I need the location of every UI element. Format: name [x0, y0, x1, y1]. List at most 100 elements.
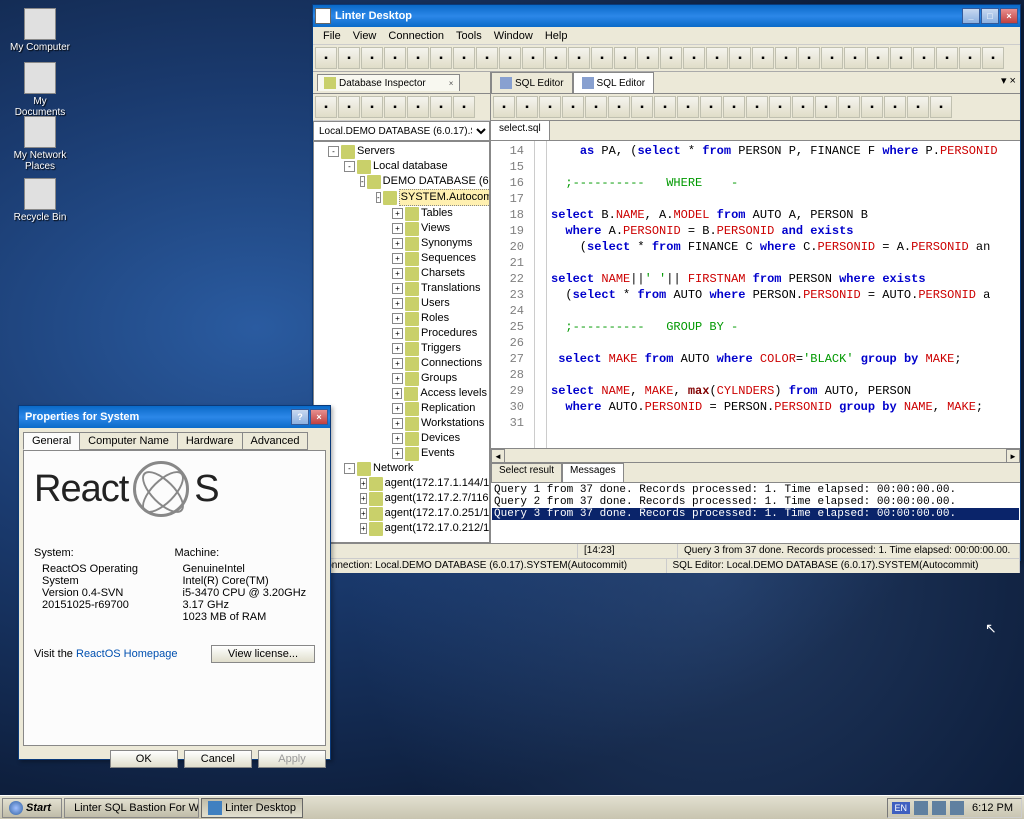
desktop-icon[interactable]: My Computer	[10, 8, 70, 53]
result-row[interactable]: Query 3 from 37 done. Records processed:…	[492, 508, 1019, 520]
toolbar-button[interactable]: ▪	[936, 47, 958, 69]
props-help-button[interactable]: ?	[291, 409, 309, 425]
tree-item[interactable]: +Replication	[316, 401, 487, 416]
tree-item[interactable]: +Tables	[316, 206, 487, 221]
toolbar-button[interactable]: ▪	[752, 47, 774, 69]
tree-item[interactable]: +Charsets	[316, 266, 487, 281]
toolbar-button[interactable]: ▪	[338, 96, 360, 118]
tree-item[interactable]: +Procedures	[316, 326, 487, 341]
fold-column[interactable]	[535, 141, 547, 448]
expand-icon[interactable]: +	[392, 208, 403, 219]
expand-icon[interactable]: +	[392, 403, 403, 414]
toolbar-button[interactable]: ▪	[815, 96, 837, 118]
toolbar-button[interactable]: ▪	[982, 47, 1004, 69]
h-scrollbar[interactable]: ◄ ►	[491, 448, 1020, 462]
tab-general[interactable]: General	[23, 432, 80, 450]
toolbar-button[interactable]: ▪	[430, 96, 452, 118]
toolbar-button[interactable]: ▪	[654, 96, 676, 118]
tree-item[interactable]: +Events	[316, 446, 487, 461]
menu-view[interactable]: View	[347, 29, 383, 43]
expand-icon[interactable]: +	[360, 493, 367, 504]
expand-icon[interactable]: +	[392, 373, 403, 384]
desktop-icon[interactable]: My Network Places	[10, 116, 70, 172]
toolbar-button[interactable]: ▪	[930, 96, 952, 118]
sql-editor-tab-1[interactable]: SQL Editor	[491, 72, 573, 93]
tree-item[interactable]: -Local database	[316, 159, 487, 174]
db-inspector-tab[interactable]: Database Inspector ×	[317, 74, 460, 91]
scroll-right-icon[interactable]: ►	[1006, 449, 1020, 463]
tab-messages[interactable]: Messages	[562, 463, 624, 482]
expand-icon[interactable]: -	[344, 161, 355, 172]
toolbar-button[interactable]: ▪	[315, 47, 337, 69]
tree-item[interactable]: +Users	[316, 296, 487, 311]
toolbar-button[interactable]: ▪	[384, 96, 406, 118]
expand-icon[interactable]: +	[392, 313, 403, 324]
maximize-button[interactable]: □	[981, 8, 999, 24]
linter-titlebar[interactable]: Linter Desktop _ □ ×	[313, 5, 1020, 27]
file-tab-select-sql[interactable]: select.sql	[491, 121, 550, 140]
menu-file[interactable]: File	[317, 29, 347, 43]
tray-icon[interactable]	[950, 801, 964, 815]
toolbar-button[interactable]: ▪	[539, 96, 561, 118]
expand-icon[interactable]: +	[392, 343, 403, 354]
expand-icon[interactable]: +	[392, 283, 403, 294]
tree-item[interactable]: +Connections	[316, 356, 487, 371]
expand-icon[interactable]: +	[360, 523, 367, 534]
minimize-button[interactable]: _	[962, 8, 980, 24]
expand-icon[interactable]: +	[392, 448, 403, 459]
toolbar-button[interactable]: ▪	[844, 47, 866, 69]
messages-output[interactable]: Query 1 from 37 done. Records processed:…	[491, 483, 1020, 543]
tree-item[interactable]: +Sequences	[316, 251, 487, 266]
tree-item[interactable]: +agent(172.17.0.251/1161)	[316, 506, 487, 521]
close-icon[interactable]: ×	[449, 79, 454, 88]
expand-icon[interactable]: +	[392, 418, 403, 429]
toolbar-button[interactable]: ▪	[361, 47, 383, 69]
expand-icon[interactable]: +	[392, 358, 403, 369]
tree-item[interactable]: -SYSTEM.Autocommit	[316, 189, 487, 206]
menu-window[interactable]: Window	[488, 29, 539, 43]
cancel-button[interactable]: Cancel	[184, 750, 252, 768]
toolbar-button[interactable]: ▪	[545, 47, 567, 69]
toolbar-button[interactable]: ▪	[746, 96, 768, 118]
tree-item[interactable]: +Workstations	[316, 416, 487, 431]
toolbar-button[interactable]: ▪	[637, 47, 659, 69]
homepage-link[interactable]: ReactOS Homepage	[76, 648, 178, 660]
database-tree[interactable]: -Servers-Local database-DEMO DATABASE (6…	[313, 141, 490, 543]
tab-hardware[interactable]: Hardware	[177, 432, 243, 450]
toolbar-button[interactable]: ▪	[723, 96, 745, 118]
toolbar-button[interactable]: ▪	[769, 96, 791, 118]
task-linter-desktop[interactable]: Linter Desktop	[201, 798, 303, 818]
toolbar-button[interactable]: ▪	[677, 96, 699, 118]
expand-icon[interactable]: +	[392, 298, 403, 309]
menu-connection[interactable]: Connection	[382, 29, 450, 43]
tree-item[interactable]: +agent(172.17.1.144/1161)	[316, 476, 487, 491]
toolbar-button[interactable]: ▪	[522, 47, 544, 69]
expand-icon[interactable]: -	[360, 176, 365, 187]
tree-item[interactable]: +agent(172.17.0.212/1161)	[316, 521, 487, 536]
expand-icon[interactable]: +	[392, 268, 403, 279]
toolbar-button[interactable]: ▪	[608, 96, 630, 118]
clock[interactable]: 6:12 PM	[968, 802, 1017, 814]
menu-help[interactable]: Help	[539, 29, 574, 43]
toolbar-button[interactable]: ▪	[861, 96, 883, 118]
tray-icon[interactable]	[932, 801, 946, 815]
tree-item[interactable]: +Triggers	[316, 341, 487, 356]
toolbar-button[interactable]: ▪	[913, 47, 935, 69]
result-row[interactable]: Query 2 from 37 done. Records processed:…	[492, 496, 1019, 508]
expand-icon[interactable]: +	[360, 508, 367, 519]
toolbar-button[interactable]: ▪	[562, 96, 584, 118]
toolbar-button[interactable]: ▪	[706, 47, 728, 69]
menu-tools[interactable]: Tools	[450, 29, 488, 43]
toolbar-button[interactable]: ▪	[867, 47, 889, 69]
panel-menu-icon[interactable]: ▾ ×	[997, 72, 1020, 93]
close-button[interactable]: ×	[1000, 8, 1018, 24]
expand-icon[interactable]: -	[344, 463, 355, 474]
database-selector[interactable]: Local.DEMO DATABASE (6.0.17).SYSTE	[313, 121, 490, 141]
tab-advanced[interactable]: Advanced	[242, 432, 309, 450]
expand-icon[interactable]: +	[392, 253, 403, 264]
tree-item[interactable]: -Servers	[316, 144, 487, 159]
toolbar-button[interactable]: ▪	[516, 96, 538, 118]
tree-item[interactable]: +Access levels	[316, 386, 487, 401]
toolbar-button[interactable]: ▪	[453, 47, 475, 69]
toolbar-button[interactable]: ▪	[890, 47, 912, 69]
